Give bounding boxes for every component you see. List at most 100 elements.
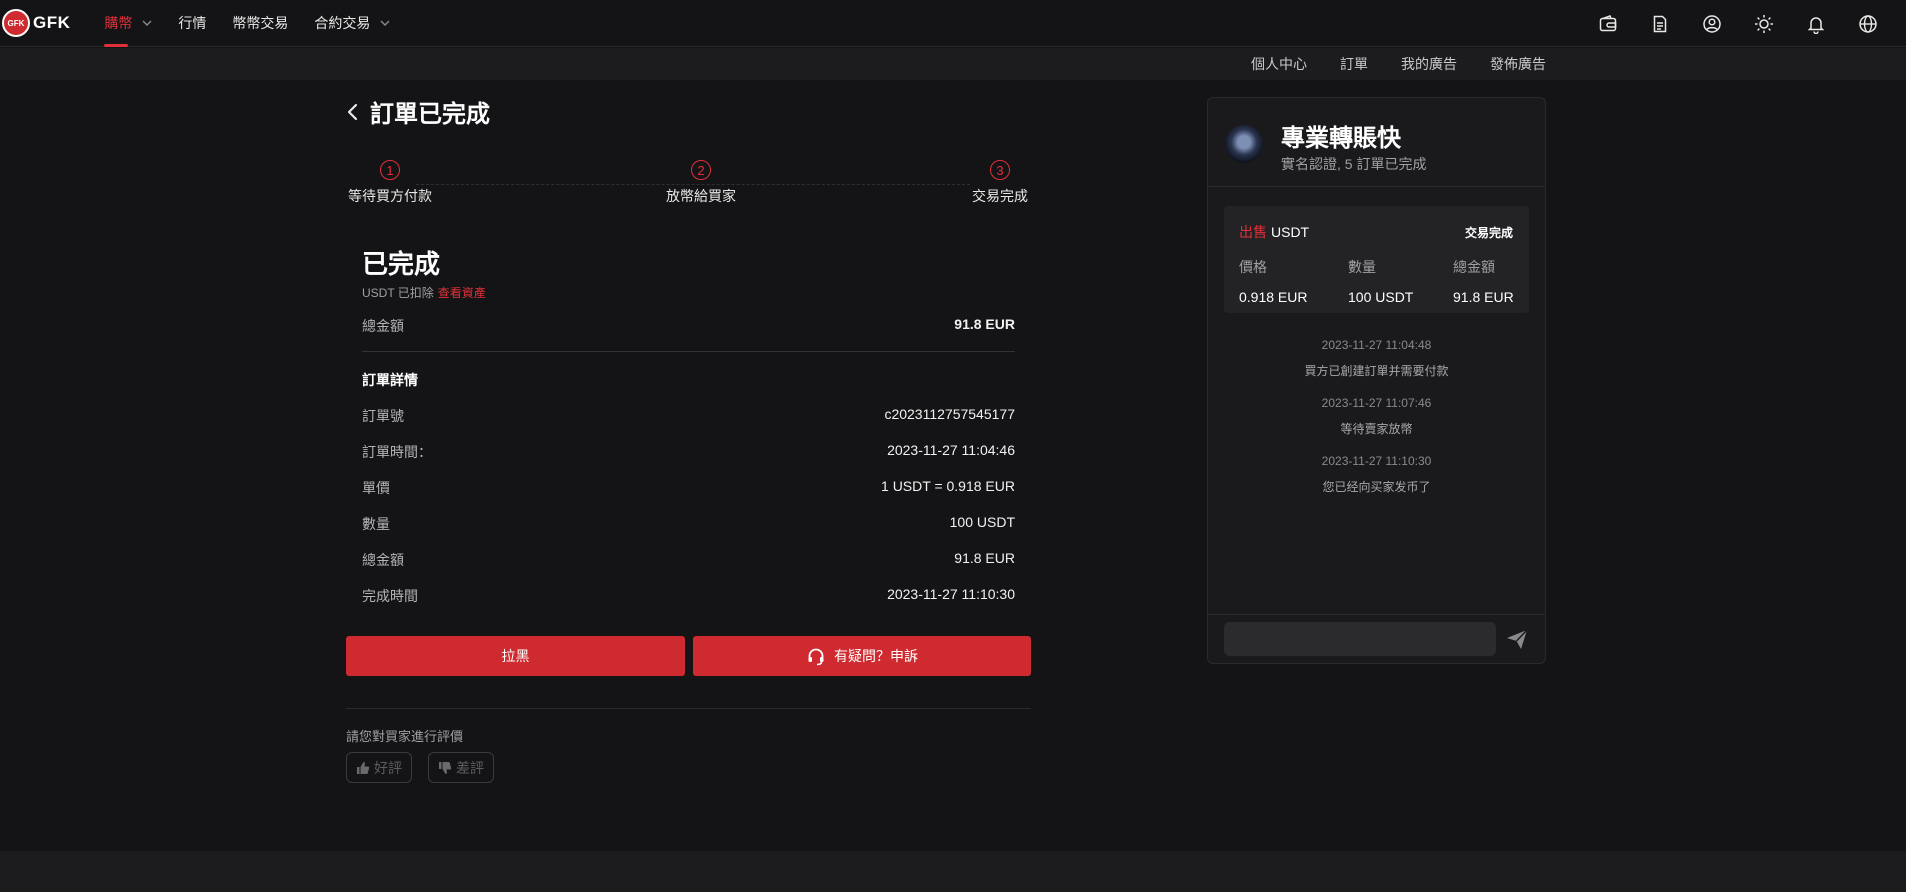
thumbs-down-icon <box>439 761 452 774</box>
nav-item-label: 行情 <box>178 15 207 31</box>
quantity-value: 100 USDT <box>1348 289 1414 305</box>
chat-message-input[interactable] <box>1224 622 1496 656</box>
detail-value: c2023112757545177 <box>884 406 1015 422</box>
detail-row-quantity: 數量 100 USDT <box>362 514 1015 534</box>
bad-review-label: 差評 <box>456 759 484 776</box>
logo[interactable]: GFK GFK <box>2 0 70 47</box>
detail-label: 完成時間 <box>362 588 418 604</box>
trade-summary-card: 出售 USDT 交易完成 價格 0.918 EUR 數量 100 USDT 總金額… <box>1224 206 1529 313</box>
total-amount-value: 91.8 EUR <box>954 316 1015 332</box>
step-number: 2 <box>691 160 711 180</box>
step-label: 交易完成 <box>972 188 1028 204</box>
quantity-column: 數量 100 USDT <box>1348 257 1413 305</box>
step-number: 3 <box>990 160 1010 180</box>
detail-value: 100 USDT <box>949 514 1015 530</box>
back-arrow-icon[interactable] <box>346 102 360 122</box>
order-status: 已完成 <box>362 249 441 279</box>
good-review-button[interactable]: 好評 <box>346 752 412 783</box>
detail-row-order-id: 訂單號 c2023112757545177 <box>362 406 1015 426</box>
nav-item-label: 購幣 <box>104 15 133 31</box>
divider <box>362 351 1015 352</box>
nav-item-buy-coin[interactable]: 購幣 <box>104 0 152 47</box>
subnav-my-ads[interactable]: 我的廣告 <box>1401 54 1457 74</box>
detail-row-complete-time: 完成時間 2023-11-27 11:10:30 <box>362 586 1015 606</box>
detail-label: 總金額 <box>362 552 404 568</box>
detail-label: 訂單時間： <box>362 444 432 460</box>
page-header: 訂單已完成 <box>346 94 490 129</box>
complaint-button-label: 有疑問？申訴 <box>834 648 918 664</box>
divider <box>346 708 1031 709</box>
step-label: 放幣給買家 <box>666 188 736 204</box>
subnav-orders[interactable]: 訂單 <box>1340 54 1368 74</box>
subnav-post-ad[interactable]: 發佈廣告 <box>1490 54 1546 74</box>
status-subtext: USDT 已扣除 查看資產 <box>362 284 486 301</box>
nav-item-futures[interactable]: 合約交易 <box>314 0 390 47</box>
seller-name: 專業轉賬快 <box>1281 125 1401 152</box>
subnav-personal-center[interactable]: 個人中心 <box>1251 54 1307 74</box>
logo-mark: GFK <box>2 9 30 37</box>
progress-steps: 1 等待買方付款 2 放幣給買家 3 交易完成 <box>346 160 1030 210</box>
globe-icon[interactable] <box>1842 0 1894 47</box>
rate-prompt: 請您對買家進行評價 <box>346 729 464 744</box>
nav-item-label: 幣幣交易 <box>232 15 289 31</box>
nav-right-icons <box>1582 0 1894 47</box>
trade-side: 出售 USDT <box>1239 222 1309 242</box>
total-column: 總金額 91.8 EUR <box>1453 257 1514 305</box>
detail-value: 2023-11-27 11:10:30 <box>887 586 1015 602</box>
headset-icon <box>808 648 824 666</box>
good-review-label: 好評 <box>374 759 402 776</box>
detail-row-unit-price: 單價 1 USDT = 0.918 EUR <box>362 478 1015 498</box>
chevron-down-icon <box>142 20 152 26</box>
page-title: 訂單已完成 <box>370 101 490 128</box>
detail-label: 訂單號 <box>362 408 404 424</box>
document-icon[interactable] <box>1634 0 1686 47</box>
chat-panel: 專業轉賬快 實名認證, 5 訂單已完成 出售 USDT 交易完成 價格 0.918… <box>1207 97 1546 664</box>
sun-icon[interactable] <box>1738 0 1790 47</box>
step-label: 等待買方付款 <box>348 188 432 204</box>
bell-icon[interactable] <box>1790 0 1842 47</box>
chat-header: 專業轉賬快 實名認證, 5 訂單已完成 <box>1208 98 1545 187</box>
price-column: 價格 0.918 EUR <box>1239 257 1307 305</box>
price-label: 價格 <box>1239 259 1267 275</box>
trade-coin: USDT <box>1271 224 1310 240</box>
quantity-label: 數量 <box>1348 259 1376 275</box>
avatar <box>1225 125 1263 163</box>
order-details-title: 訂單詳情 <box>362 372 418 388</box>
total-amount-label: 總金額 <box>362 318 404 334</box>
step-1: 1 等待買方付款 <box>348 160 432 206</box>
view-assets-link[interactable]: 查看資產 <box>438 286 486 300</box>
timeline-time: 2023-11-27 11:04:48 <box>1321 338 1432 352</box>
trade-status: 交易完成 <box>1464 226 1513 240</box>
main-menu: 購幣 行情 幣幣交易 合約交易 <box>104 0 416 47</box>
thumbs-up-icon <box>357 761 370 774</box>
footer-strip <box>0 851 1906 892</box>
block-button[interactable]: 拉黑 <box>346 636 685 676</box>
complaint-button[interactable]: 有疑問？申訴 <box>693 636 1031 676</box>
bad-review-button[interactable]: 差評 <box>428 752 494 783</box>
total-value: 91.8 EUR <box>1453 289 1514 305</box>
detail-value: 91.8 EUR <box>954 550 1015 566</box>
detail-label: 單價 <box>362 480 390 496</box>
total-label: 總金額 <box>1453 259 1495 275</box>
step-number: 1 <box>380 160 400 180</box>
top-nav: GFK GFK 購幣 行情 幣幣交易 合約交易 <box>0 0 1906 47</box>
timeline-message: 等待賣家放幣 <box>1340 422 1413 436</box>
timeline-time: 2023-11-27 11:10:30 <box>1321 454 1432 468</box>
detail-value: 1 USDT = 0.918 EUR <box>881 478 1015 494</box>
user-icon[interactable] <box>1686 0 1738 47</box>
price-value: 0.918 EUR <box>1239 289 1308 305</box>
sub-nav: 個人中心 訂單 我的廣告 發佈廣告 <box>0 48 1906 80</box>
nav-item-spot[interactable]: 幣幣交易 <box>232 0 288 47</box>
send-icon[interactable] <box>1505 627 1529 651</box>
detail-row-order-time: 訂單時間： 2023-11-27 11:04:46 <box>362 442 1015 462</box>
total-amount-row: 總金額 91.8 EUR <box>362 316 1015 336</box>
step-2: 2 放幣給買家 <box>666 160 736 206</box>
logo-text: GFK <box>33 13 71 32</box>
block-button-label: 拉黑 <box>501 648 530 664</box>
nav-item-market[interactable]: 行情 <box>178 0 206 47</box>
timeline-message: 您已经向买家发币了 <box>1322 480 1431 494</box>
wallet-icon[interactable] <box>1582 0 1634 47</box>
trade-side-label: 出售 <box>1239 224 1267 240</box>
nav-item-label: 合約交易 <box>314 15 371 31</box>
timeline-time: 2023-11-27 11:07:46 <box>1321 396 1432 410</box>
